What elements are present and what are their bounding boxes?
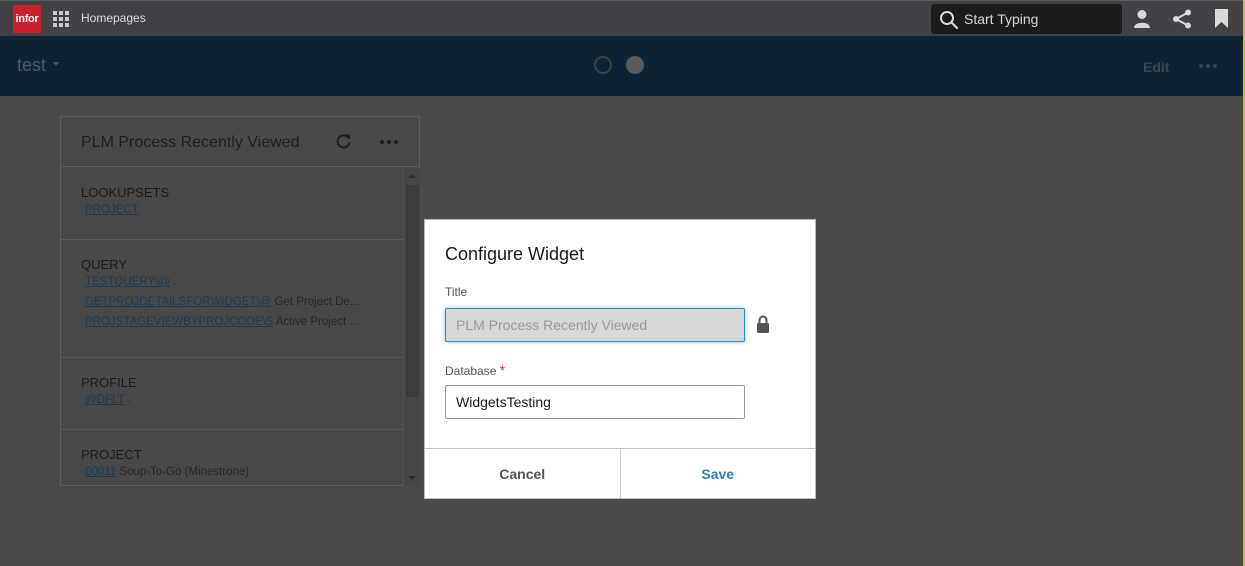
item-link[interactable]: GETPROJDETAILSFORWIDGET\@ [85, 296, 271, 308]
share-icon[interactable] [1172, 9, 1192, 29]
save-button[interactable]: Save [620, 449, 815, 498]
app-title[interactable]: Homepages [81, 11, 146, 25]
item-link[interactable]: PROJECT [85, 204, 139, 216]
search-box[interactable] [931, 4, 1122, 34]
page-header: test Edit [0, 36, 1245, 96]
database-field-label: Database * [445, 362, 505, 378]
caret-down-icon[interactable] [53, 62, 59, 66]
item-link[interactable]: @DFLT [85, 394, 124, 406]
section-project: PROJECT 00011 Soup-To-Go (Minestrone) [61, 430, 403, 486]
section-heading: QUERY [81, 257, 127, 272]
section-lookupsets: LOOKUPSETS PROJECT [61, 168, 403, 240]
edit-button[interactable]: Edit [1143, 59, 1169, 75]
widget-card: PLM Process Recently Viewed LOOKUPSETS P… [60, 116, 420, 486]
list-item: GETPROJDETAILSFORWIDGET\@ Get Project De… [85, 296, 383, 308]
scroll-up-arrow-icon[interactable] [408, 174, 416, 178]
app-bar: infor Homepages [0, 0, 1245, 36]
infor-logo[interactable]: infor [13, 5, 41, 33]
item-description: Get Project De... [274, 296, 360, 308]
page-indicator-2-active[interactable] [626, 56, 644, 74]
item-description: Soup-To-Go (Minestrone) [119, 466, 250, 478]
section-query: QUERY TESTQUERY\@ . GETPROJDETAILSFORWID… [61, 240, 403, 358]
cancel-button[interactable]: Cancel [425, 449, 621, 498]
apps-grid-icon[interactable] [53, 11, 69, 27]
title-input[interactable] [445, 308, 745, 342]
widget-list: LOOKUPSETS PROJECT QUERY TESTQUERY\@ . G… [61, 168, 403, 486]
page-indicator-1[interactable] [594, 56, 612, 74]
page-title-dropdown[interactable]: test [17, 55, 46, 76]
more-options-icon[interactable] [1199, 64, 1217, 68]
search-icon [940, 11, 959, 30]
user-icon[interactable] [1133, 9, 1151, 29]
section-heading: PROFILE [81, 375, 137, 390]
widget-more-icon[interactable] [380, 140, 398, 144]
list-item: TESTQUERY\@ . [85, 276, 383, 288]
bookmark-icon[interactable] [1215, 9, 1228, 28]
section-heading: LOOKUPSETS [81, 185, 170, 200]
dialog-title: Configure Widget [445, 244, 585, 264]
list-item: 00011 Soup-To-Go (Minestrone) [85, 466, 383, 478]
item-description: . [173, 276, 177, 288]
configure-widget-dialog: Configure Widget Title Database * Cancel… [424, 219, 816, 499]
scroll-down-arrow-icon[interactable] [408, 476, 416, 480]
lock-icon[interactable] [756, 315, 770, 333]
database-input[interactable] [445, 385, 745, 419]
section-heading: PROJECT [81, 447, 142, 462]
list-item: PROJECT [85, 204, 383, 216]
dialog-footer: Cancel Save [425, 448, 815, 498]
required-marker: * [499, 362, 506, 378]
refresh-icon[interactable] [335, 133, 352, 150]
widget-scrollbar[interactable] [403, 168, 420, 486]
widget-title: PLM Process Recently Viewed [81, 134, 300, 151]
item-description: . [127, 394, 131, 406]
section-profile: PROFILE @DFLT . [61, 358, 403, 430]
list-item: PROJSTAGEVIEWBYPROJCODE\S Active Project… [85, 316, 383, 328]
item-link[interactable]: 00011 [85, 466, 116, 478]
title-field-label: Title [445, 285, 468, 299]
item-link[interactable]: PROJSTAGEVIEWBYPROJCODE\S [85, 316, 273, 328]
scrollbar-thumb[interactable] [406, 185, 419, 397]
search-input[interactable] [964, 9, 1114, 29]
widget-header: PLM Process Recently Viewed [61, 117, 419, 167]
list-item: @DFLT . [85, 394, 383, 406]
database-label-text: Database [445, 364, 497, 378]
item-description: Active Project ... [275, 316, 359, 328]
item-link[interactable]: TESTQUERY\@ [85, 276, 170, 288]
